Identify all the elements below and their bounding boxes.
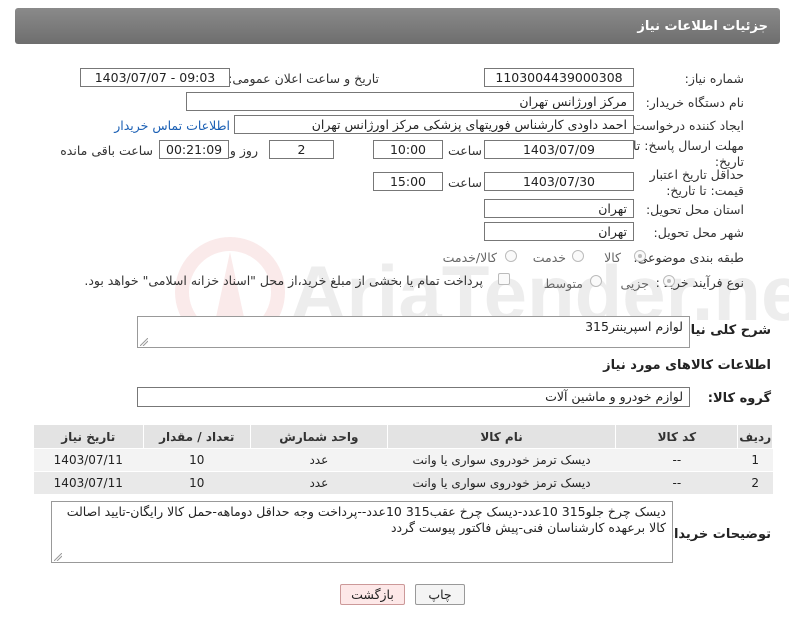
province-field: تهران [484,199,634,218]
need-number-field: 1103004439000308 [484,68,634,87]
goods-info-title: اطلاعات کالاهای مورد نیاز [603,358,771,373]
table-row: 2 -- دیسک ترمز خودروی سواری یا وانت عدد … [33,471,773,495]
cell-code: -- [615,471,738,495]
col-qty-header: تعداد / مقدار [142,424,251,449]
deadline-time-field: 10:00 [373,140,443,159]
deadline-time-label: ساعت [447,143,482,158]
cell-unit: عدد [250,448,388,472]
cell-date: 1403/07/11 [33,471,144,495]
goods-table: ردیف کد کالا نام کالا واحد شمارش تعداد /… [33,424,773,495]
goods-group-field: لوازم خودرو و ماشین آلات [137,387,690,407]
days-field: 2 [269,140,334,159]
treasury-note: پرداخت تمام یا بخشی از مبلغ خرید،از محل … [84,273,483,288]
category-radio-goods[interactable] [634,250,646,262]
print-button[interactable]: چاپ [415,584,465,605]
col-name-header: نام کالا [386,424,617,449]
remaining-label: ساعت باقی مانده [60,143,153,158]
cell-name: دیسک ترمز خودروی سواری یا وانت [387,448,616,472]
panel-header: جزئیات اطلاعات نیاز [15,8,780,44]
deadline-date-field: 1403/07/09 [484,140,634,159]
deadline-label: مهلت ارسال پاسخ: تا تاریخ: [633,138,744,169]
category-radio-service[interactable] [572,250,584,262]
page-title: جزئیات اطلاعات نیاز [637,19,768,34]
cell-row: 2 [737,471,773,495]
cell-qty: 10 [143,448,251,472]
province-label: استان محل تحویل: [645,202,744,217]
back-button[interactable]: بازگشت [340,584,405,605]
city-label: شهر محل تحویل: [653,225,744,240]
cell-row: 1 [737,448,773,472]
need-number-label: شماره نیاز: [684,71,744,86]
resize-grip-icon [140,338,148,346]
validity-time-field: 15:00 [373,172,443,191]
buyer-org-field: مرکز اورژانس تهران [186,92,634,111]
col-date-header: تاریخ نیاز [33,424,144,449]
col-row-header: ردیف [737,424,773,449]
cell-qty: 10 [143,471,251,495]
description-label: شرح کلی نیاز: [677,323,771,338]
description-text: لوازم اسپرینتر315 [585,319,683,334]
requester-field: احمد داودی کارشناس فوریتهای پزشکی مرکز ا… [234,115,634,134]
cell-name: دیسک ترمز خودروی سواری یا وانت [387,471,616,495]
category-goods-service-label: کالا/خدمت [442,250,497,265]
remaining-time-field: 00:21:09 [159,140,229,159]
buyer-notes-textarea[interactable]: دیسک چرخ جلو315 10عدد-دیسک چرخ عقب315 10… [51,501,673,563]
announce-label: تاریخ و ساعت اعلان عمومی: [228,71,379,86]
col-unit-header: واحد شمارش [249,424,388,449]
buyer-org-label: نام دستگاه خریدار: [645,95,744,110]
cell-code: -- [615,448,738,472]
description-textarea[interactable]: لوازم اسپرینتر315 [137,316,690,348]
validity-date-field: 1403/07/30 [484,172,634,191]
treasury-checkbox[interactable] [498,273,510,285]
city-field: تهران [484,222,634,241]
contact-buyer-link[interactable]: اطلاعات تماس خریدار [114,118,230,133]
process-minor-label: جزیی [620,276,649,291]
days-label: روز و [229,143,258,158]
process-medium-label: متوسط [543,276,583,291]
cell-date: 1403/07/11 [33,448,144,472]
table-row: 1 -- دیسک ترمز خودروی سواری یا وانت عدد … [33,448,773,472]
validity-time-label: ساعت [447,175,482,190]
process-radio-minor[interactable] [663,275,675,287]
category-goods-label: کالا [604,250,621,265]
col-code-header: کد کالا [615,424,739,449]
category-label: طبقه بندی موضوعی: [633,250,744,265]
announce-field: 1403/07/07 - 09:03 [80,68,230,87]
buyer-notes-label: توضیحات خریدار: [661,527,771,542]
table-header-row: ردیف کد کالا نام کالا واحد شمارش تعداد /… [33,424,773,449]
goods-group-label: گروه کالا: [707,391,771,406]
resize-grip-icon [54,553,62,561]
category-radio-goods-service[interactable] [505,250,517,262]
validity-label: حداقل تاریخ اعتبار قیمت: تا تاریخ: [649,167,744,198]
process-radio-medium[interactable] [590,275,602,287]
requester-label: ایجاد کننده درخواست: [628,118,744,133]
cell-unit: عدد [250,471,388,495]
category-service-label: خدمت [532,250,566,265]
buyer-notes-text: دیسک چرخ جلو315 10عدد-دیسک چرخ عقب315 10… [66,504,666,535]
